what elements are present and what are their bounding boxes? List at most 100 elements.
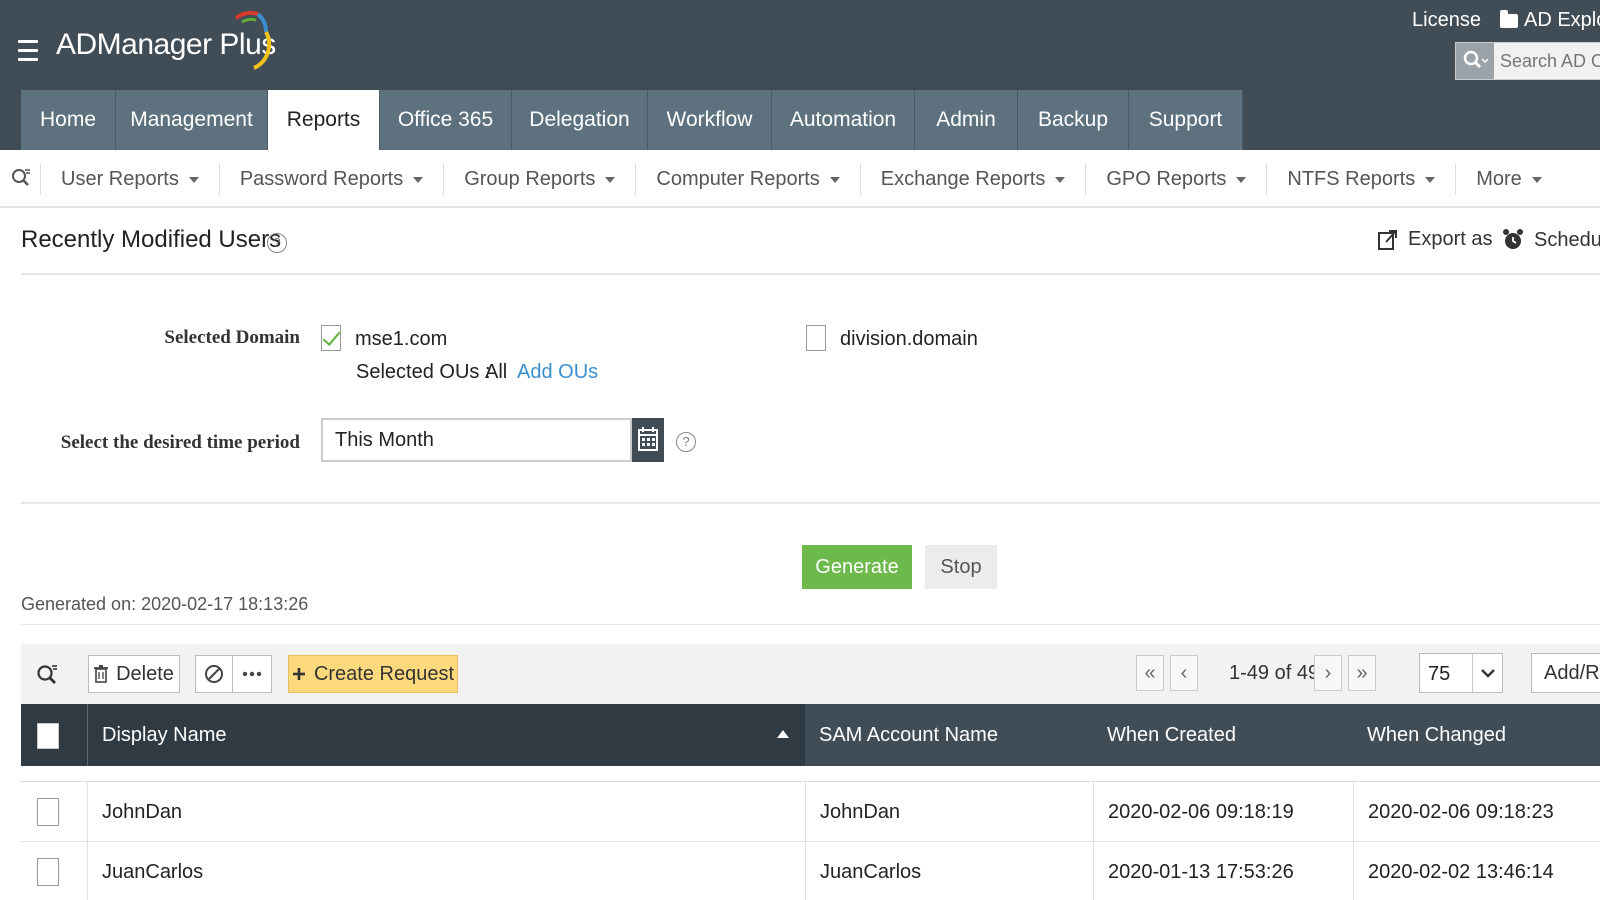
caret-down-icon xyxy=(413,177,424,183)
plus-icon xyxy=(292,668,305,680)
time-period-label: Select the desired time period xyxy=(60,432,300,453)
calendar-button[interactable] xyxy=(632,418,664,462)
sub-nav-label: GPO Reports xyxy=(1106,167,1227,190)
sub-nav-group-reports[interactable]: Group Reports xyxy=(443,163,635,195)
selected-ous-label: Selected OUs : xyxy=(356,361,491,383)
stop-button[interactable]: Stop xyxy=(925,545,997,589)
tab-automation[interactable]: Automation xyxy=(772,90,915,150)
tab-backup[interactable]: Backup xyxy=(1018,90,1129,150)
prev-page-button[interactable]: ‹ xyxy=(1170,655,1198,691)
when-created-cell: 2020-01-13 17:53:26 xyxy=(1093,842,1353,900)
table-row[interactable]: JohnDan JohnDan 2020-02-06 09:18:19 2020… xyxy=(21,782,1600,842)
per-page-select[interactable]: 75 xyxy=(1419,653,1503,693)
time-period-help-icon[interactable]: ? xyxy=(676,432,696,452)
add-remove-columns-button[interactable]: Add/Remo xyxy=(1531,653,1600,693)
schedule-label: Schedule xyxy=(1534,228,1600,251)
sub-nav-label: Group Reports xyxy=(464,167,596,190)
last-page-button[interactable]: » xyxy=(1348,655,1376,691)
row-select-cell xyxy=(21,782,87,842)
tab-support[interactable]: Support xyxy=(1129,90,1243,150)
trash-icon xyxy=(94,665,109,683)
chevron-down-icon xyxy=(1472,654,1502,692)
logo-arc-icon xyxy=(234,10,272,70)
sam-account-cell: JohnDan xyxy=(805,782,1093,842)
calendar-icon xyxy=(638,427,658,451)
table-row[interactable]: JuanCarlos JuanCarlos 2020-01-13 17:53:2… xyxy=(21,842,1600,900)
sub-nav-label: NTFS Reports xyxy=(1287,167,1416,190)
column-header-when-changed[interactable]: When Changed xyxy=(1353,704,1600,766)
generate-button[interactable]: Generate xyxy=(802,545,912,589)
caret-down-icon xyxy=(829,177,840,183)
row-checkbox[interactable] xyxy=(37,858,59,886)
select-all-checkbox[interactable] xyxy=(37,723,59,749)
sub-nav-exchange-reports[interactable]: Exchange Reports xyxy=(859,163,1086,195)
tab-delegation[interactable]: Delegation xyxy=(512,90,648,150)
search-icon[interactable] xyxy=(1456,43,1494,79)
search-input[interactable] xyxy=(1500,49,1600,73)
row-checkbox[interactable] xyxy=(37,798,59,826)
tab-office-365[interactable]: Office 365 xyxy=(380,90,512,150)
column-header-label: Display Name xyxy=(102,724,227,746)
display-name-cell: JuanCarlos xyxy=(87,842,805,900)
column-header-sam-account-name[interactable]: SAM Account Name xyxy=(805,704,1093,766)
export-button[interactable]: Export as xyxy=(1378,228,1492,251)
sub-nav-user-reports[interactable]: User Reports xyxy=(40,163,219,195)
domain-checkbox-division[interactable] xyxy=(806,325,826,351)
generated-on-text: Generated on: 2020-02-17 18:13:26 xyxy=(21,594,309,614)
first-page-button[interactable]: « xyxy=(1136,655,1164,691)
create-request-button[interactable]: Create Request xyxy=(288,655,458,693)
tab-workflow[interactable]: Workflow xyxy=(648,90,772,150)
tab-management[interactable]: Management xyxy=(116,90,268,150)
table-header: Display Name SAM Account Name When Creat… xyxy=(21,704,1600,766)
sub-nav-password-reports[interactable]: Password Reports xyxy=(218,163,443,195)
display-name-cell: JohnDan xyxy=(87,782,805,842)
select-all-cell xyxy=(21,704,87,766)
row-select-cell xyxy=(21,842,87,900)
sam-account-cell: JuanCarlos xyxy=(805,842,1093,900)
tab-home[interactable]: Home xyxy=(21,90,116,150)
caret-down-icon xyxy=(1055,177,1066,183)
sub-nav-computer-reports[interactable]: Computer Reports xyxy=(635,163,859,195)
selected-ous-value: All xyxy=(485,361,508,383)
sub-nav-more[interactable]: More xyxy=(1455,163,1562,195)
column-header-display-name[interactable]: Display Name xyxy=(87,704,805,766)
help-icon[interactable]: ? xyxy=(267,233,287,253)
next-page-button[interactable]: › xyxy=(1314,655,1342,691)
sub-nav-gpo-reports[interactable]: GPO Reports xyxy=(1085,163,1266,195)
divider xyxy=(21,273,1600,275)
reports-sub-nav: User Reports Password Reports Group Repo… xyxy=(0,150,1600,208)
time-period-input[interactable]: This Month xyxy=(321,418,632,462)
sub-nav-ntfs-reports[interactable]: NTFS Reports xyxy=(1266,163,1455,195)
divider xyxy=(21,502,1600,504)
ellipsis-icon xyxy=(242,671,262,677)
license-link[interactable]: License xyxy=(1412,9,1481,32)
sub-nav-label: More xyxy=(1476,167,1522,190)
tab-reports[interactable]: Reports xyxy=(268,90,380,150)
ad-explorer-link[interactable]: AD Explor xyxy=(1500,9,1600,32)
alarm-clock-icon xyxy=(1503,229,1523,249)
page-title: Recently Modified Users xyxy=(21,226,282,253)
add-ous-link[interactable]: Add OUs xyxy=(517,361,598,384)
sub-nav-label: Password Reports xyxy=(239,167,404,190)
caret-down-icon xyxy=(188,177,199,183)
search-report-icon[interactable] xyxy=(10,166,32,188)
caret-down-icon xyxy=(605,177,616,183)
export-icon xyxy=(1378,229,1397,250)
selected-domain-label: Selected Domain xyxy=(164,327,300,348)
sub-nav-label: Exchange Reports xyxy=(880,167,1046,190)
table-search-icon[interactable] xyxy=(35,662,59,686)
delete-button[interactable]: Delete xyxy=(88,655,180,693)
sub-nav-label: User Reports xyxy=(61,167,179,190)
tab-admin[interactable]: Admin xyxy=(915,90,1018,150)
column-header-when-created[interactable]: When Created xyxy=(1093,704,1353,766)
more-actions-button[interactable] xyxy=(232,655,272,693)
results-toolbar: Delete Create Request « ‹ 1-49 of 49 › »… xyxy=(21,644,1600,704)
domain-name-mse1: mse1.com xyxy=(355,328,448,350)
disable-button[interactable] xyxy=(195,655,233,693)
caret-down-icon xyxy=(1425,177,1436,183)
create-request-label: Create Request xyxy=(313,662,455,685)
schedule-button[interactable]: Schedule xyxy=(1502,228,1600,252)
hamburger-menu-icon[interactable] xyxy=(18,40,38,62)
when-created-cell: 2020-02-06 09:18:19 xyxy=(1093,782,1353,842)
domain-checkbox-mse1[interactable] xyxy=(321,325,341,351)
